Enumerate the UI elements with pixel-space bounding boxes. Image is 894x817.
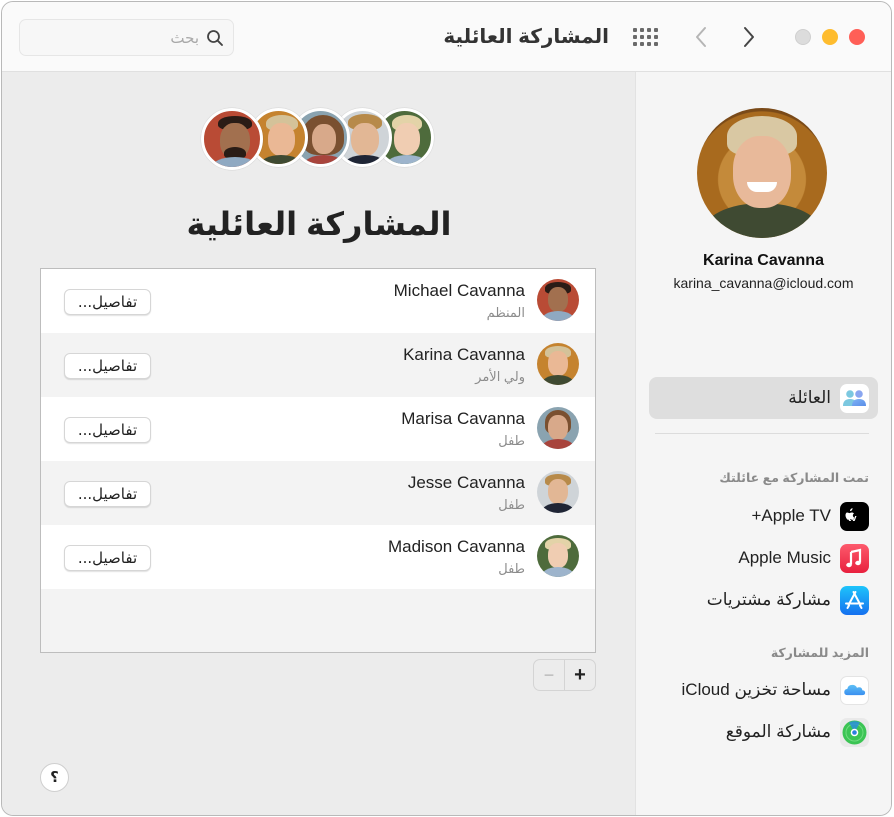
main-pane: المشاركة العائلية Michael Cavanna المنظم…	[2, 72, 636, 815]
member-name: Madison Cavanna	[387, 537, 525, 556]
minimize-button[interactable]	[822, 29, 838, 45]
member-avatar	[537, 343, 579, 385]
details-button[interactable]: تفاصيل...	[64, 417, 151, 443]
family-icon	[840, 384, 869, 413]
sidebar-item-label: مشاركة مشتريات	[706, 590, 831, 609]
add-remove-control: − +	[533, 659, 596, 691]
sidebar-item-label: مساحة تخزين iCloud	[681, 680, 831, 699]
sidebar-item-label: العائلة	[788, 388, 831, 407]
search-placeholder: بحث	[170, 30, 199, 47]
member-row[interactable]: Madison Cavanna طفل تفاصيل...	[41, 525, 595, 589]
sidebar-item-family[interactable]: العائلة	[649, 377, 878, 419]
app-store-icon	[840, 586, 869, 615]
member-role: ولي الأمر	[475, 369, 525, 384]
help-button[interactable]: ؟	[40, 763, 69, 792]
member-avatar	[537, 471, 579, 513]
sidebar-divider	[655, 433, 869, 434]
member-row[interactable]: Karina Cavanna ولي الأمر تفاصيل...	[41, 333, 595, 397]
sidebar-item-apple-music[interactable]: Apple Music	[649, 537, 878, 579]
remove-member-button[interactable]: −	[534, 660, 565, 690]
member-name: Jesse Cavanna	[407, 473, 525, 492]
avatar	[201, 108, 263, 170]
sidebar: Karina Cavanna karina_cavanna@icloud.com…	[635, 72, 891, 815]
profile-name: Karina Cavanna	[703, 252, 824, 269]
zoom-button[interactable]	[795, 29, 811, 45]
svg-text:tv: tv	[848, 513, 857, 524]
sidebar-item-label: Apple TV+	[751, 506, 831, 525]
member-avatar	[537, 279, 579, 321]
profile-avatar	[697, 108, 827, 238]
close-button[interactable]	[849, 29, 865, 45]
apple-tv-icon: tv	[840, 502, 869, 531]
search-icon	[207, 30, 223, 46]
details-button[interactable]: تفاصيل...	[64, 353, 151, 379]
member-name: Karina Cavanna	[403, 345, 525, 364]
details-button[interactable]: تفاصيل...	[64, 289, 151, 315]
toolbar: بحث المشاركة العائلية	[2, 2, 891, 72]
member-role: طفل	[498, 497, 525, 512]
page-title: المشاركة العائلية	[186, 206, 452, 242]
icloud-icon	[840, 676, 869, 705]
sidebar-item-apple-tv[interactable]: tv Apple TV+	[649, 495, 878, 537]
find-my-icon	[840, 718, 869, 747]
search-field[interactable]: بحث	[19, 19, 234, 56]
member-role: طفل	[498, 561, 525, 576]
sidebar-item-location-sharing[interactable]: مشاركة الموقع	[649, 711, 878, 753]
member-role: طفل	[498, 433, 525, 448]
more-section-header: المزيد للمشاركة	[770, 646, 869, 660]
member-name: Michael Cavanna	[393, 281, 525, 300]
member-avatar	[537, 535, 579, 577]
profile-email: karina_cavanna@icloud.com	[673, 275, 854, 291]
member-name: Marisa Cavanna	[401, 409, 525, 428]
member-row[interactable]: Marisa Cavanna طفل تفاصيل...	[41, 397, 595, 461]
shared-section-header: تمت المشاركة مع عائلتك	[719, 471, 869, 485]
details-button[interactable]: تفاصيل...	[64, 481, 151, 507]
member-avatar	[537, 407, 579, 449]
sidebar-item-label: مشاركة الموقع	[725, 722, 831, 741]
apple-music-icon	[840, 544, 869, 573]
members-list: Michael Cavanna المنظم تفاصيل... Karina …	[40, 268, 596, 653]
chevron-left-icon[interactable]	[691, 24, 711, 50]
member-row[interactable]: Jesse Cavanna طفل تفاصيل...	[41, 461, 595, 525]
add-member-button[interactable]: +	[565, 660, 595, 690]
member-role: المنظم	[486, 305, 525, 320]
details-button[interactable]: تفاصيل...	[64, 545, 151, 571]
family-sharing-window: بحث المشاركة العائلية المشاركة العائلية …	[1, 1, 892, 816]
sidebar-item-icloud-storage[interactable]: مساحة تخزين iCloud	[649, 669, 878, 711]
sidebar-item-purchase-sharing[interactable]: مشاركة مشتريات	[649, 579, 878, 621]
member-row[interactable]: Michael Cavanna المنظم تفاصيل...	[41, 269, 595, 333]
grid-icon[interactable]	[633, 28, 658, 46]
sidebar-item-label: Apple Music	[738, 548, 831, 567]
window-title: المشاركة العائلية	[443, 26, 609, 48]
chevron-right-icon[interactable]	[739, 24, 759, 50]
